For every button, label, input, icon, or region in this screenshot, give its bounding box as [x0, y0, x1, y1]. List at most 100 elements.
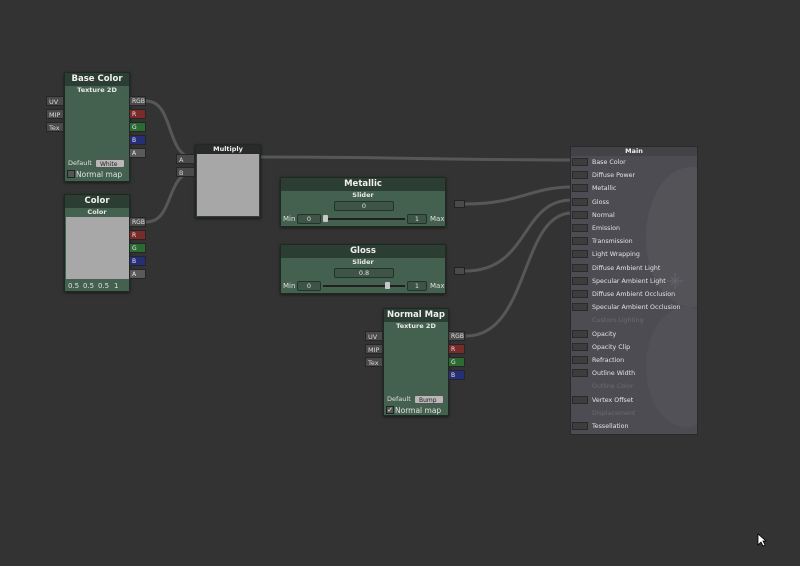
output-rgb[interactable]: RGB	[129, 217, 146, 227]
input-uv[interactable]: UV	[46, 96, 64, 106]
output-g[interactable]: G	[129, 243, 146, 253]
main-input-row[interactable]: Specular Ambient Occlusion	[571, 302, 691, 313]
slider-value-field[interactable]: 0.8	[334, 268, 394, 278]
normal-map-checkbox[interactable]	[67, 170, 75, 178]
main-input-port[interactable]	[572, 329, 588, 338]
slider-knob[interactable]	[323, 215, 328, 222]
main-input-port[interactable]	[572, 210, 588, 219]
main-input-row[interactable]: Light Wrapping	[571, 249, 691, 260]
input-tex[interactable]: Tex	[365, 357, 383, 367]
multiply-node[interactable]: Multiply	[195, 144, 261, 218]
node-title: Main	[571, 147, 697, 156]
main-input-label: Custom Lighting	[592, 317, 644, 325]
main-input-port[interactable]	[572, 290, 588, 298]
main-input-row: Displacement	[571, 408, 691, 419]
main-input-label: Gloss	[592, 198, 610, 206]
node-title: Gloss	[281, 245, 445, 258]
output-a[interactable]: A	[129, 148, 146, 158]
slider-value-field[interactable]: 0	[334, 201, 394, 211]
default-texture-dropdown[interactable]: White	[95, 159, 125, 168]
output-g[interactable]: G	[448, 357, 465, 367]
output-r[interactable]: R	[448, 344, 465, 354]
main-input-row[interactable]: Tessellation	[571, 421, 691, 432]
slider-track[interactable]	[323, 285, 405, 287]
input-mip[interactable]: MIP	[46, 109, 64, 119]
main-input-port[interactable]	[572, 395, 588, 404]
main-input-row[interactable]: Diffuse Ambient Occlusion	[571, 289, 691, 300]
main-input-row[interactable]: Diffuse Power	[571, 170, 691, 181]
output-b[interactable]: B	[129, 256, 146, 266]
main-input-row[interactable]: Normal	[571, 210, 691, 221]
output-r[interactable]: R	[129, 230, 146, 240]
output-b[interactable]: B	[129, 135, 146, 145]
normal-map-checkbox[interactable]: ✓	[386, 406, 394, 414]
metallic-node[interactable]: Metallic Slider 0 Min 0 1 Max	[280, 177, 446, 227]
output-rgb[interactable]: RGB	[448, 331, 465, 341]
main-input-row[interactable]: Refraction	[571, 355, 691, 366]
metallic-output-port[interactable]	[454, 200, 465, 208]
main-input-row[interactable]: Specular Ambient Light	[571, 276, 691, 287]
main-input-port[interactable]	[572, 158, 588, 166]
slider-track[interactable]	[323, 218, 405, 220]
input-uv[interactable]: UV	[365, 331, 383, 341]
max-value-field[interactable]: 1	[407, 214, 427, 224]
main-input-row[interactable]: Metallic	[571, 183, 691, 194]
main-input-port[interactable]	[572, 237, 588, 246]
color-value-g[interactable]: 0.5	[83, 282, 94, 290]
node-subtitle: Slider	[352, 258, 374, 266]
main-input-row[interactable]: Opacity	[571, 329, 691, 340]
main-input-port[interactable]	[572, 263, 588, 272]
gloss-node[interactable]: Gloss Slider 0.8 Min 0 1 Max	[280, 244, 446, 294]
node-canvas[interactable]: Base Color Texture 2D Default White Norm…	[0, 0, 800, 566]
normal-map-label: Normal map	[76, 170, 123, 179]
input-b[interactable]: B	[176, 167, 195, 177]
main-input-row[interactable]: Opacity Clip	[571, 342, 691, 353]
min-label: Min	[283, 215, 296, 223]
main-input-port[interactable]	[572, 171, 588, 180]
main-input-port[interactable]	[572, 250, 588, 259]
main-input-port[interactable]	[572, 197, 588, 206]
main-input-row[interactable]: Base Color	[571, 157, 691, 168]
min-value-field[interactable]: 0	[297, 214, 321, 224]
main-input-port[interactable]	[572, 369, 588, 378]
main-input-label: Normal	[592, 211, 615, 219]
main-input-port[interactable]	[572, 342, 588, 351]
max-value-field[interactable]: 1	[407, 281, 427, 291]
color-value-r[interactable]: 0.5	[68, 282, 79, 290]
main-input-port[interactable]	[572, 422, 588, 430]
main-input-row[interactable]: Gloss	[571, 197, 691, 208]
color-swatch[interactable]	[66, 217, 129, 279]
output-rgb[interactable]: RGB	[129, 96, 146, 106]
base-color-node[interactable]: Base Color Texture 2D Default White Norm…	[64, 72, 130, 182]
output-b[interactable]: B	[448, 370, 465, 380]
main-input-label: Opacity Clip	[592, 343, 631, 351]
node-title: Color	[65, 195, 129, 208]
main-input-port[interactable]	[572, 224, 588, 232]
main-input-label: Emission	[592, 225, 621, 232]
main-input-port[interactable]	[572, 184, 588, 193]
output-a[interactable]: A	[129, 269, 146, 279]
default-texture-dropdown[interactable]: Bump	[414, 395, 444, 404]
output-g[interactable]: G	[129, 122, 146, 132]
input-a[interactable]: A	[176, 154, 195, 164]
main-input-row[interactable]: Emission	[571, 223, 691, 234]
color-value-a[interactable]: 1	[114, 282, 118, 290]
main-input-port[interactable]	[572, 276, 588, 285]
color-value-b[interactable]: 0.5	[98, 282, 109, 290]
input-tex[interactable]: Tex	[46, 122, 64, 132]
main-node[interactable]: Main Base Color Diffuse Power Metallic Glos…	[570, 146, 698, 435]
gloss-output-port[interactable]	[454, 267, 465, 275]
main-input-row[interactable]: Transmission	[571, 236, 691, 247]
output-r[interactable]: R	[129, 109, 146, 119]
min-value-field[interactable]: 0	[297, 281, 321, 291]
main-input-row[interactable]: Outline Width	[571, 368, 691, 379]
main-input-row[interactable]: Diffuse Ambient Light	[571, 263, 691, 274]
main-input-row[interactable]: Vertex Offset	[571, 395, 691, 406]
main-input-port[interactable]	[572, 303, 588, 312]
color-node[interactable]: Color Color 0.5 0.5 0.5 1	[64, 194, 130, 292]
normal-map-node[interactable]: Normal Map Texture 2D Default Bump ✓ Nor…	[383, 308, 449, 416]
main-input-port[interactable]	[572, 356, 588, 364]
slider-knob[interactable]	[384, 282, 390, 289]
input-mip[interactable]: MIP	[365, 344, 383, 354]
main-input-label: Refraction	[592, 357, 625, 364]
